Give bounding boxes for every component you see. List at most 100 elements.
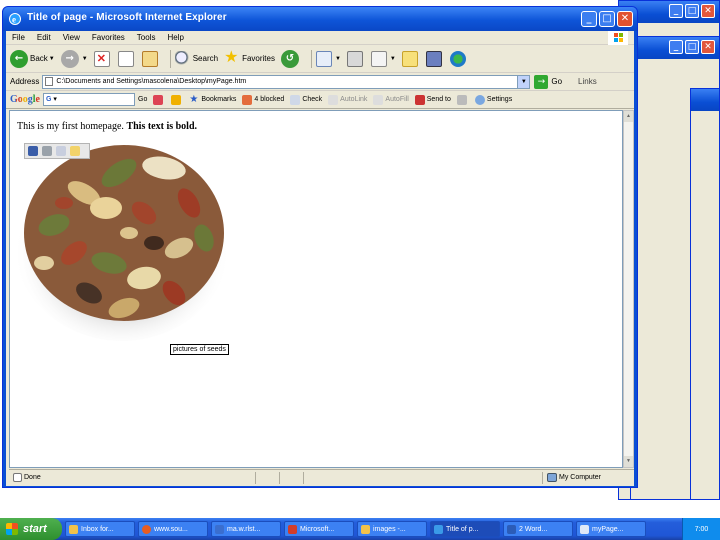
scroll-up-icon[interactable]: ▲ xyxy=(624,111,633,122)
menu-file[interactable]: File xyxy=(12,33,25,42)
back-arrow-icon: ← xyxy=(10,49,28,68)
status-done-text: Done xyxy=(24,474,41,481)
autofill-button[interactable]: AutoFill xyxy=(373,94,409,105)
history-button[interactable]: ↺ xyxy=(280,49,301,68)
taskbar-item-label: Title of p... xyxy=(446,525,479,533)
mail-button[interactable]: ▼ xyxy=(315,50,341,67)
status-pane xyxy=(303,471,327,484)
refresh-button[interactable] xyxy=(117,50,136,67)
research-button[interactable] xyxy=(425,50,444,67)
taskbar-item[interactable]: images -... xyxy=(357,521,427,537)
zone-label: My Computer xyxy=(558,474,601,481)
maximize-button[interactable]: □ xyxy=(599,11,615,27)
back-dropdown-icon[interactable]: ▼ xyxy=(49,56,55,62)
start-button[interactable]: start xyxy=(0,518,62,540)
home-button[interactable] xyxy=(141,50,160,67)
print-button[interactable] xyxy=(346,50,365,67)
scroll-down-icon[interactable]: ▼ xyxy=(624,456,633,467)
maximize-icon[interactable]: □ xyxy=(685,4,699,18)
mail-dropdown-icon[interactable]: ▼ xyxy=(335,56,341,62)
menu-tools[interactable]: Tools xyxy=(137,33,156,42)
edit-button[interactable]: ▼ xyxy=(370,50,396,67)
go-button[interactable]: Go xyxy=(551,77,562,86)
taskbar-item-label: 2 Word... xyxy=(519,525,548,533)
open-pictures-icon[interactable] xyxy=(70,146,80,156)
close-icon[interactable]: ✕ xyxy=(701,40,715,54)
go-arrow-icon[interactable]: → xyxy=(534,74,549,89)
menu-view[interactable]: View xyxy=(63,33,80,42)
spellcheck-button[interactable]: Check xyxy=(290,94,322,105)
seeds-image[interactable] xyxy=(14,133,240,341)
image-toolbar xyxy=(24,143,90,159)
powerpoint-icon xyxy=(288,524,297,534)
minimize-button[interactable]: _ xyxy=(581,11,597,27)
discuss-button[interactable] xyxy=(401,50,420,67)
google-options-button[interactable] xyxy=(153,94,165,105)
start-label: start xyxy=(23,523,47,535)
edit-dropdown-icon[interactable]: ▼ xyxy=(390,56,396,62)
ie-icon xyxy=(215,524,224,534)
taskbar-item-label: Inbox for... xyxy=(81,525,114,533)
page-icon xyxy=(45,77,54,86)
menu-favorites[interactable]: Favorites xyxy=(92,33,125,42)
google-go-button[interactable]: Go xyxy=(138,96,147,103)
google-search-value: G xyxy=(46,96,52,103)
maximize-icon[interactable]: □ xyxy=(685,40,699,54)
messenger-button[interactable] xyxy=(449,50,468,67)
search-button[interactable]: Search xyxy=(174,50,218,67)
autolink-button[interactable]: AutoLink xyxy=(328,94,368,105)
page-content[interactable]: This is my first homepage. This text is … xyxy=(9,110,623,468)
settings-label: Settings xyxy=(486,96,513,103)
minimize-icon[interactable]: _ xyxy=(669,4,683,18)
autolink-icon xyxy=(328,94,339,105)
bookmark-star-icon: ★ xyxy=(189,93,199,105)
refresh-icon xyxy=(117,50,134,67)
close-button[interactable]: ✕ xyxy=(617,11,633,27)
system-tray[interactable]: 7:00 xyxy=(682,518,720,540)
close-icon[interactable]: ✕ xyxy=(701,4,715,18)
address-input[interactable]: C:\Documents and Settings\mascolena\Desk… xyxy=(42,74,531,89)
minimize-icon[interactable]: _ xyxy=(669,40,683,54)
settings-button[interactable]: Settings xyxy=(474,94,513,105)
address-dropdown-icon[interactable]: ▼ xyxy=(517,75,530,88)
highlight-button[interactable] xyxy=(456,94,469,105)
autofill-icon xyxy=(373,94,384,105)
taskbar-item[interactable]: Inbox for... xyxy=(65,521,135,537)
autolink-label: AutoLink xyxy=(340,96,368,103)
pagerank-icon xyxy=(171,94,182,105)
popup-blocker-button[interactable]: 4 blocked xyxy=(242,94,284,105)
taskbar-item[interactable]: myPage... xyxy=(576,521,646,537)
title-bar[interactable]: e Title of page - Microsoft Internet Exp… xyxy=(3,7,637,31)
background-window-3[interactable] xyxy=(690,88,720,500)
menu-edit[interactable]: Edit xyxy=(37,33,51,42)
stop-button[interactable]: ✕ xyxy=(93,50,112,67)
google-toolbar: Google G ▾ Go ★ Bookmarks 4 blocked Check… xyxy=(6,91,634,109)
autofill-label: AutoFill xyxy=(385,96,409,103)
back-button[interactable]: ← Back ▼ xyxy=(10,49,55,68)
email-image-icon[interactable] xyxy=(56,146,66,156)
taskbar-item[interactable]: Microsoft... xyxy=(284,521,354,537)
links-button[interactable]: Links xyxy=(578,77,597,86)
forward-dropdown-icon[interactable]: ▼ xyxy=(82,56,88,62)
taskbar-item-active[interactable]: Title of p... xyxy=(430,521,500,537)
bookmarks-button[interactable]: ★ Bookmarks xyxy=(189,93,236,105)
taskbar-item[interactable]: www.sou... xyxy=(138,521,208,537)
background-window-titlebar[interactable] xyxy=(691,89,719,111)
vertical-scrollbar[interactable]: ▲ ▼ xyxy=(623,110,634,468)
clock: 7:00 xyxy=(694,525,709,533)
settings-gear-icon xyxy=(474,94,485,105)
sendto-label: Send to xyxy=(426,96,451,103)
google-logo[interactable]: Google xyxy=(10,94,40,105)
print-image-icon[interactable] xyxy=(42,146,52,156)
sendto-button[interactable]: Send to xyxy=(414,94,451,105)
favorites-button[interactable]: ★ Favorites xyxy=(224,49,275,67)
taskbar-item[interactable]: 2 Word... xyxy=(503,521,573,537)
taskbar-item-label: myPage... xyxy=(592,525,624,533)
google-search-input[interactable]: G ▾ xyxy=(43,93,135,106)
taskbar-item[interactable]: ma.w.rlst... xyxy=(211,521,281,537)
menu-help[interactable]: Help xyxy=(167,33,183,42)
forward-button[interactable]: → ▼ xyxy=(60,49,88,68)
save-image-icon[interactable] xyxy=(28,146,38,156)
google-pagerank-button[interactable] xyxy=(171,94,183,105)
search-magnifier-icon xyxy=(174,50,191,67)
